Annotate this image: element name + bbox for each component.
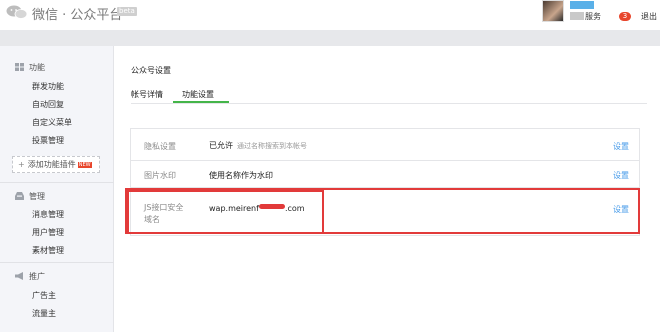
highlight-box-inner xyxy=(127,190,324,234)
setting-label: 图片水印 xyxy=(144,171,176,180)
notification-count-badge[interactable]: 3 xyxy=(619,12,631,21)
sidebar-item-custom-menu[interactable]: 自定义菜单 xyxy=(32,117,72,128)
add-plugin-button[interactable]: + 添加功能插件 NEW xyxy=(12,156,100,173)
privacy-note: 通过名称搜索到本帐号 xyxy=(237,142,307,150)
sidebar-section-management: 管理 xyxy=(15,191,45,202)
platform-title[interactable]: 微信 · 公众平台 xyxy=(32,4,122,23)
privacy-value: 已允许 xyxy=(209,141,233,150)
sidebar-item-users[interactable]: 用户管理 xyxy=(32,227,64,238)
section-title: 功能 xyxy=(29,63,45,72)
settings-row-privacy: 隐私设置 已允许 通过名称搜索到本帐号 设置 xyxy=(131,129,639,161)
sidebar-section-promotion: 推广 xyxy=(15,271,45,282)
beta-badge: beta xyxy=(117,7,137,16)
sidebar-item-mass-send[interactable]: 群发功能 xyxy=(32,81,64,92)
sidebar-item-auto-reply[interactable]: 自动回复 xyxy=(32,99,64,110)
sidebar-item-materials[interactable]: 素材管理 xyxy=(32,245,64,256)
megaphone-icon xyxy=(15,272,23,280)
sidebar-item-advertiser[interactable]: 广告主 xyxy=(32,290,56,301)
avatar[interactable] xyxy=(542,0,564,22)
logout-link[interactable]: 退出 xyxy=(641,11,657,22)
setting-label: 隐私设置 xyxy=(144,142,176,151)
watermark-settings-link[interactable]: 设置 xyxy=(613,170,629,181)
inbox-icon xyxy=(15,192,24,200)
section-title: 推广 xyxy=(29,272,45,281)
top-header: 微信 · 公众平台 beta 服务 3 退出 xyxy=(0,0,660,30)
setting-value: 已允许 通过名称搜索到本帐号 xyxy=(209,140,307,151)
section-title: 管理 xyxy=(29,192,45,201)
page-title: 公众号设置 xyxy=(131,66,171,75)
tab-underline xyxy=(131,103,647,104)
new-badge: NEW xyxy=(77,162,92,168)
account-name-redacted[interactable] xyxy=(570,1,595,9)
sidebar-item-vote-management[interactable]: 投票管理 xyxy=(32,135,64,146)
privacy-settings-link[interactable]: 设置 xyxy=(613,141,629,152)
tab-account-details[interactable]: 帐号详情 xyxy=(131,89,163,100)
plus-icon: + xyxy=(18,160,25,169)
service-label: 服务 xyxy=(585,12,601,21)
service-link[interactable]: 服务 xyxy=(570,11,601,22)
redacted-text xyxy=(570,12,584,20)
sidebar-item-messages[interactable]: 消息管理 xyxy=(32,209,64,220)
sidebar-divider xyxy=(0,262,114,263)
grid-icon xyxy=(15,63,24,71)
tab-function-settings[interactable]: 功能设置 xyxy=(182,89,214,100)
active-tab-indicator xyxy=(173,101,229,103)
wechat-logo-icon[interactable] xyxy=(6,5,28,19)
sidebar-section-functions: 功能 xyxy=(15,62,45,73)
sidebar-item-publisher[interactable]: 流量主 xyxy=(32,308,56,319)
add-plugin-label: 添加功能插件 xyxy=(27,160,76,169)
settings-row-watermark: 图片水印 使用名称作为水印 设置 xyxy=(131,161,639,188)
sidebar: 功能 群发功能 自动回复 自定义菜单 投票管理 + 添加功能插件 NEW 管理 消息… xyxy=(0,46,114,332)
header-divider-band xyxy=(0,30,660,46)
sidebar-divider xyxy=(0,182,114,183)
watermark-value: 使用名称作为水印 xyxy=(209,171,273,180)
